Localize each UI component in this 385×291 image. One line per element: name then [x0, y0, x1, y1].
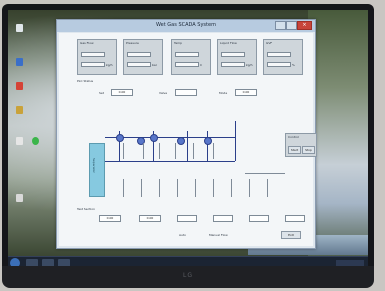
- bottom-field[interactable]: 0.00: [99, 215, 121, 222]
- branch-pipe: [207, 131, 208, 161]
- instrument-tag: [177, 179, 178, 197]
- monitor-brand: LG: [183, 272, 193, 279]
- gauge-value-field: [127, 62, 151, 67]
- bottom-field[interactable]: 0.00: [139, 215, 161, 222]
- desktop-icon-file[interactable]: [16, 194, 23, 202]
- control-label: Set: [99, 91, 104, 95]
- stop-button[interactable]: Stop: [302, 146, 315, 154]
- flow-meter-node[interactable]: [150, 134, 158, 142]
- desktop-icon-pdf[interactable]: [16, 82, 23, 90]
- instrument-tag: [159, 143, 160, 159]
- instrument-tag: [143, 143, 144, 159]
- flow-meter-node[interactable]: [204, 137, 212, 145]
- side-panel-title: Control: [288, 135, 299, 139]
- gauge-unit: bar: [152, 63, 157, 67]
- tank-label: Separator: [92, 158, 96, 173]
- branch-pipe: [187, 131, 188, 161]
- riser-pipe: [235, 121, 236, 161]
- liquid-pipe: [105, 161, 235, 162]
- auto-checkbox-label[interactable]: Auto: [179, 233, 186, 237]
- bottom-field[interactable]: [177, 215, 197, 222]
- maximize-button[interactable]: [286, 21, 297, 30]
- wallpaper-sky: [308, 10, 368, 268]
- gauge-box-liquid-flow: Liquid Flow kg/h: [217, 39, 257, 75]
- bottom-field[interactable]: [249, 215, 269, 222]
- gas-pipe: [105, 137, 235, 138]
- gauge-value-field: [221, 62, 245, 67]
- instrument-tag: [249, 179, 250, 197]
- instrument-tag: [123, 179, 124, 197]
- instrument-tag: [267, 179, 268, 197]
- gauge-setpoint-field[interactable]: [81, 52, 105, 57]
- test-section-label: Test Section: [77, 207, 96, 211]
- desktop-screen: Wet Gas SCADA System × Gas Flow kg/h Pre…: [8, 10, 368, 268]
- desktop-icon-document[interactable]: [16, 137, 23, 145]
- flow-meter-node[interactable]: [177, 137, 185, 145]
- instrument-tag: [193, 143, 194, 159]
- control-label: Valve: [159, 91, 168, 95]
- valve-field[interactable]: [175, 89, 197, 96]
- control-label: Mode: [219, 91, 228, 95]
- window-titlebar[interactable]: Wet Gas SCADA System ×: [57, 20, 315, 32]
- gauge-setpoint-field[interactable]: [267, 52, 291, 57]
- instrument-tag: [195, 179, 196, 197]
- instrument-tag: [213, 143, 214, 159]
- separator-tank[interactable]: Separator: [89, 143, 105, 197]
- gauge-unit: %: [292, 63, 295, 67]
- bottom-field[interactable]: [285, 215, 305, 222]
- gauge-caption: Pressure: [126, 41, 139, 45]
- gauge-caption: Liquid Flow: [220, 41, 237, 45]
- gauge-caption: Gas Flow: [80, 41, 94, 45]
- gauge-box-gas-flow: Gas Flow kg/h: [77, 39, 117, 75]
- plc-status-label: PLC Status: [77, 79, 94, 83]
- gauge-caption: Temp: [174, 41, 182, 45]
- flow-meter-node[interactable]: [116, 134, 124, 142]
- gauge-unit: kg/h: [246, 63, 253, 67]
- instrument-tag: [231, 179, 232, 197]
- minimize-button[interactable]: [275, 21, 286, 30]
- instrument-tag: [213, 179, 214, 197]
- gauge-box-temp: Temp C: [171, 39, 211, 75]
- monitor-bezel: Wet Gas SCADA System × Gas Flow kg/h Pre…: [2, 4, 374, 274]
- bottom-field[interactable]: [213, 215, 233, 222]
- start-button[interactable]: Start: [288, 146, 301, 154]
- gauge-setpoint-field[interactable]: [127, 52, 151, 57]
- desktop-icon-folder[interactable]: [16, 106, 23, 114]
- instrument-tag: [159, 179, 160, 197]
- desktop-icon-recycle-bin[interactable]: [16, 24, 23, 32]
- gauge-setpoint-field[interactable]: [175, 52, 199, 57]
- scada-window: Wet Gas SCADA System × Gas Flow kg/h Pre…: [56, 19, 317, 249]
- side-control-panel: Control Start Stop: [285, 133, 317, 157]
- exit-button[interactable]: Exit: [281, 231, 301, 239]
- gauge-value-field: [81, 62, 105, 67]
- monitor-chin: LG: [2, 266, 374, 288]
- instrument-tag: [141, 179, 142, 197]
- window-client: Gas Flow kg/h Pressure bar Temp C Liquid…: [59, 33, 317, 246]
- gauge-box-pressure: Pressure bar: [123, 39, 163, 75]
- instrument-tag: [175, 143, 176, 159]
- gauge-value-field: [267, 62, 291, 67]
- desktop-icon-browser[interactable]: [16, 58, 23, 66]
- gauge-box-gvf: GVF %: [263, 39, 303, 75]
- gauge-caption: GVF: [266, 41, 273, 45]
- close-button[interactable]: ×: [297, 21, 312, 30]
- signal-line: [245, 173, 285, 174]
- mode-field[interactable]: 0.00: [235, 89, 257, 96]
- gauge-value-field: [175, 62, 199, 67]
- manual-checkbox-label[interactable]: Manual Flow: [209, 233, 228, 237]
- gauge-setpoint-field[interactable]: [221, 52, 245, 57]
- gauge-unit: C: [200, 63, 203, 67]
- instrument-tag: [123, 143, 124, 159]
- desktop-icon-app[interactable]: [32, 137, 39, 145]
- gauge-unit: kg/h: [106, 63, 113, 67]
- set-field[interactable]: 0.00: [111, 89, 133, 96]
